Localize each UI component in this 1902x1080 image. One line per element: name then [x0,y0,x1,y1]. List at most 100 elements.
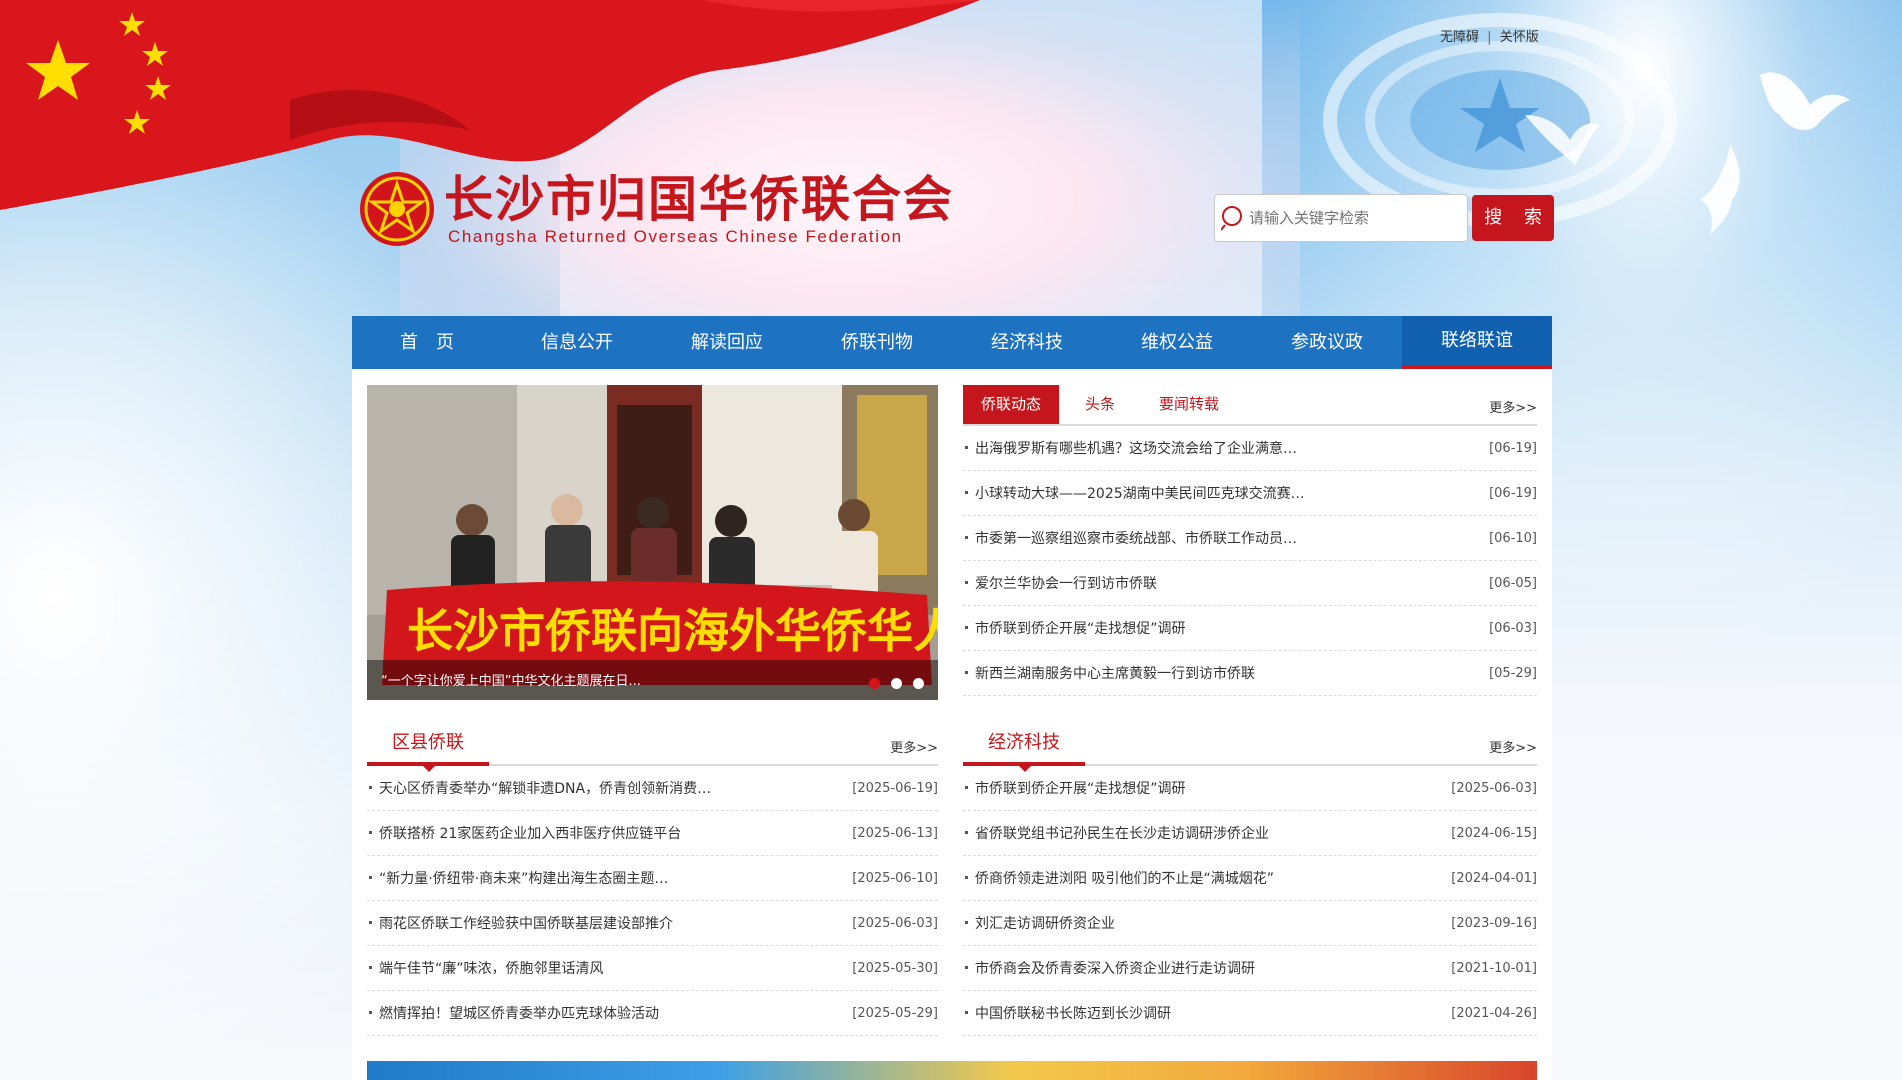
nav-item-info-disclosure[interactable]: 信息公开 [502,316,652,369]
news-title[interactable]: 爱尔兰华协会一行到访市侨联 [963,573,1157,593]
list-item: 市侨商会及侨青委深入侨资企业进行走访调研 [2021-10-01] [963,946,1537,991]
news-title[interactable]: 侨商侨领走进浏阳 吸引他们的不止是“满城烟花” [963,868,1274,888]
tab-headlines[interactable]: 头条 [1067,385,1133,424]
list-item: 出海俄罗斯有哪些机遇？这场交流会给了企业满意… [06-19] [963,426,1537,471]
news-date: [2025-06-10] [852,870,938,886]
news-title[interactable]: 侨联搭桥 21家医药企业加入西非医疗供应链平台 [367,823,681,843]
main-content: 长沙市侨联向海外华侨华人问好 “一个字让你爱上中国”中华文化主题展在日... 侨… [352,369,1552,1080]
news-tab-panel: 侨联动态 头条 要闻转载 更多>> 出海俄罗斯有哪些机遇？这场交流会给了企业满意… [963,385,1537,696]
news-title-text: 市侨商会及侨青委深入侨资企业进行走访调研 [975,961,1255,977]
search-icon [1221,206,1242,231]
care-mode-link[interactable]: 关怀版 [1500,30,1539,45]
news-date: [2025-05-30] [852,960,938,976]
economy-news-list: 市侨联到侨企开展“走找想促”调研 [2025-06-03] 省侨联党组书记孙民生在… [963,766,1537,1036]
list-item: “新力量·侨纽带·商未来”构建出海生态圈主题… [2025-06-10] [367,856,938,901]
news-title[interactable]: 市侨联到侨企开展“走找想促”调研 [963,618,1186,638]
nav-item-rights-welfare[interactable]: 维权公益 [1102,316,1252,369]
news-title-text: 端午佳节“廉”味浓，侨胞邻里话清风 [379,961,604,977]
slider-dot[interactable] [913,678,924,689]
news-title[interactable]: 中国侨联秘书长陈迈到长沙调研 [963,1003,1171,1023]
list-item: 省侨联党组书记孙民生在长沙走访调研涉侨企业 [2024-06-15] [963,811,1537,856]
nav-item-economy-tech[interactable]: 经济科技 [952,316,1102,369]
news-title[interactable]: 出海俄罗斯有哪些机遇？这场交流会给了企业满意… [963,438,1297,458]
slide-caption[interactable]: “一个字让你爱上中国”中华文化主题展在日... [381,670,641,689]
nav-item-home[interactable]: 首 页 [352,316,502,369]
news-title-text: 中国侨联秘书长陈迈到长沙调研 [975,1006,1171,1022]
tab-reprints[interactable]: 要闻转载 [1141,385,1237,424]
news-date: [2021-04-26] [1451,1005,1537,1021]
news-date: [2025-06-19] [852,780,938,796]
news-title[interactable]: 省侨联党组书记孙民生在长沙走访调研涉侨企业 [963,823,1269,843]
news-title[interactable]: 小球转动大球——2025湖南中美民间匹克球交流赛… [963,483,1305,503]
news-title[interactable]: 市委第一巡察组巡察市委统战部、市侨联工作动员… [963,528,1297,548]
news-title[interactable]: 雨花区侨联工作经验获中国侨联基层建设部推介 [367,913,673,933]
list-item: 端午佳节“廉”味浓，侨胞邻里话清风 [2025-05-30] [367,946,938,991]
search-input[interactable] [1249,209,1459,227]
news-title-text: 雨花区侨联工作经验获中国侨联基层建设部推介 [379,916,673,932]
news-date: [06-19] [1489,485,1537,501]
slider-dot[interactable] [869,678,880,689]
nav-item-interpretation[interactable]: 解读回应 [652,316,802,369]
nav-item-politics[interactable]: 参政议政 [1252,316,1402,369]
news-date: [06-19] [1489,440,1537,456]
news-date: [2025-06-13] [852,825,938,841]
news-title[interactable]: 天心区侨青委举办“解锁非遗DNA，侨青创领新消费… [367,778,711,798]
list-item: 市委第一巡察组巡察市委统战部、市侨联工作动员… [06-10] [963,516,1537,561]
search-button[interactable]: 搜 索 [1472,195,1554,241]
news-title-text: 侨商侨领走进浏阳 吸引他们的不止是“满城烟花” [975,871,1274,887]
list-item: 燃情挥拍！望城区侨青委举办匹克球体验活动 [2025-05-29] [367,991,938,1036]
news-title[interactable]: 市侨商会及侨青委深入侨资企业进行走访调研 [963,958,1255,978]
list-item: 市侨联到侨企开展“走找想促”调研 [2025-06-03] [963,766,1537,811]
link-separator: | [1487,30,1492,45]
news-title-text: 市侨联到侨企开展“走找想促”调研 [975,621,1186,637]
news-date: [2024-04-01] [1451,870,1537,886]
search-field[interactable] [1214,194,1468,242]
news-title[interactable]: “新力量·侨纽带·商未来”构建出海生态圈主题… [367,868,668,888]
news-date: [2024-06-15] [1451,825,1537,841]
news-list: 出海俄罗斯有哪些机遇？这场交流会给了企业满意… [06-19] 小球转动大球——2… [963,426,1537,696]
news-date: [06-10] [1489,530,1537,546]
list-item: 侨商侨领走进浏阳 吸引他们的不止是“满城烟花” [2024-04-01] [963,856,1537,901]
news-title[interactable]: 市侨联到侨企开展“走找想促”调研 [963,778,1186,798]
list-item: 雨花区侨联工作经验获中国侨联基层建设部推介 [2025-06-03] [367,901,938,946]
news-date: [2023-09-16] [1451,915,1537,931]
nav-item-liaison[interactable]: 联络联谊 [1402,316,1552,369]
nav-item-publications[interactable]: 侨联刊物 [802,316,952,369]
site-subtitle: Changsha Returned Overseas Chinese Feder… [448,227,903,246]
section-header: 区县侨联 更多>> [367,726,938,772]
news-date: [05-29] [1489,665,1537,681]
slide-banner-text: 长沙市侨联向海外华侨华人问好 [407,604,938,658]
news-title-text: 市委第一巡察组巡察市委统战部、市侨联工作动员… [975,531,1297,547]
photo-slider[interactable]: 长沙市侨联向海外华侨华人问好 “一个字让你爱上中国”中华文化主题展在日... [367,385,938,700]
accessibility-link[interactable]: 无障碍 [1440,30,1479,45]
news-title[interactable]: 端午佳节“廉”味浓，侨胞邻里话清风 [367,958,604,978]
news-title[interactable]: 新西兰湖南服务中心主席黄毅一行到访市侨联 [963,663,1255,683]
dove-decoration [1700,145,1740,235]
list-item: 中国侨联秘书长陈迈到长沙调研 [2021-04-26] [963,991,1537,1036]
slider-dot[interactable] [891,678,902,689]
site-title: 长沙市归国华侨联合会 [444,170,955,228]
list-item: 侨联搭桥 21家医药企业加入西非医疗供应链平台 [2025-06-13] [367,811,938,856]
news-title-text: 侨联搭桥 21家医药企业加入西非医疗供应链平台 [379,826,682,842]
news-more-link[interactable]: 更多>> [1489,397,1537,416]
news-title-text: 天心区侨青委举办“解锁非遗DNA，侨青创领新消费… [379,781,712,797]
economy-more-link[interactable]: 更多>> [1489,737,1537,756]
slide-image: 长沙市侨联向海外华侨华人问好 [367,385,938,700]
news-title-text: 出海俄罗斯有哪些机遇？这场交流会给了企业满意… [975,441,1297,457]
news-date: [2025-06-03] [1451,780,1537,796]
news-title-text: 市侨联到侨企开展“走找想促”调研 [975,781,1186,797]
news-title-text: 爱尔兰华协会一行到访市侨联 [975,576,1157,592]
news-title[interactable]: 燃情挥拍！望城区侨青委举办匹克球体验活动 [367,1003,659,1023]
list-item: 市侨联到侨企开展“走找想促”调研 [06-03] [963,606,1537,651]
economy-tech-section: 经济科技 更多>> 市侨联到侨企开展“走找想促”调研 [2025-06-03] 省… [963,726,1537,1036]
bottom-banner[interactable] [367,1061,1537,1080]
tab-federation-news[interactable]: 侨联动态 [963,385,1060,424]
main-navigation: 首 页 信息公开 解读回应 侨联刊物 经济科技 维权公益 参政议政 联络联谊 [352,316,1552,369]
county-more-link[interactable]: 更多>> [890,737,938,756]
list-item: 小球转动大球——2025湖南中美民间匹克球交流赛… [06-19] [963,471,1537,516]
list-item: 爱尔兰华协会一行到访市侨联 [06-05] [963,561,1537,606]
site-logo[interactable]: 长沙市归国华侨联合会 Changsha Returned Overseas Ch… [358,170,954,248]
news-title-text: “新力量·侨纽带·商未来”构建出海生态圈主题… [379,871,669,887]
news-title-text: 刘汇走访调研侨资企业 [975,916,1115,932]
news-title[interactable]: 刘汇走访调研侨资企业 [963,913,1115,933]
